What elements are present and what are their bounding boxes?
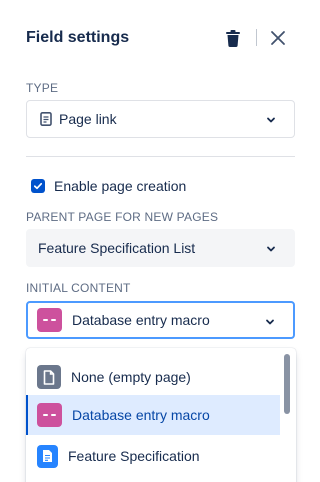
close-button[interactable] (266, 26, 290, 50)
menu-option-label: Database entry macro (72, 407, 210, 423)
close-icon (271, 31, 285, 45)
chevron-down-icon (267, 117, 275, 123)
panel-title: Field settings (26, 29, 130, 46)
menu-option-label: None (empty page) (71, 369, 191, 385)
template-page-icon (37, 444, 58, 468)
initial-content-label: INITIAL CONTENT (26, 281, 131, 295)
parent-page-value: Feature Specification List (38, 240, 196, 256)
initial-content-select[interactable]: Database entry macro (26, 301, 295, 339)
chevron-down-icon (267, 246, 275, 252)
header-divider (256, 29, 257, 46)
type-label: TYPE (26, 81, 59, 95)
section-divider (26, 156, 295, 157)
initial-content-value: Database entry macro (72, 312, 210, 328)
trash-icon (226, 29, 240, 47)
enable-page-creation-label: Enable page creation (54, 178, 187, 194)
blank-page-icon (37, 365, 61, 389)
dropdown-scrollbar[interactable] (284, 354, 290, 414)
type-select[interactable]: Page link (26, 100, 295, 138)
menu-option-database-entry-macro[interactable]: Database entry macro (26, 395, 280, 435)
menu-option-none[interactable]: None (empty page) (26, 357, 280, 397)
delete-button[interactable] (221, 26, 245, 50)
database-macro-icon (37, 308, 62, 332)
parent-page-label: PARENT PAGE FOR NEW PAGES (26, 210, 219, 224)
menu-option-feature-specification[interactable]: Feature Specification (26, 436, 280, 476)
document-icon (40, 112, 52, 126)
type-select-value: Page link (59, 111, 117, 127)
checkbox-checked-icon[interactable] (31, 179, 45, 193)
parent-page-select[interactable]: Feature Specification List (26, 229, 295, 267)
initial-content-dropdown-menu: None (empty page) Database entry macro F… (26, 348, 296, 482)
field-settings-panel: Field settings TYPE Page link Enable pag… (0, 0, 314, 482)
panel-header: Field settings (26, 22, 294, 54)
enable-page-creation-checkbox[interactable]: Enable page creation (26, 176, 186, 196)
chevron-down-icon (266, 319, 274, 325)
menu-option-label: Feature Specification (68, 448, 200, 464)
database-macro-icon (37, 403, 62, 427)
